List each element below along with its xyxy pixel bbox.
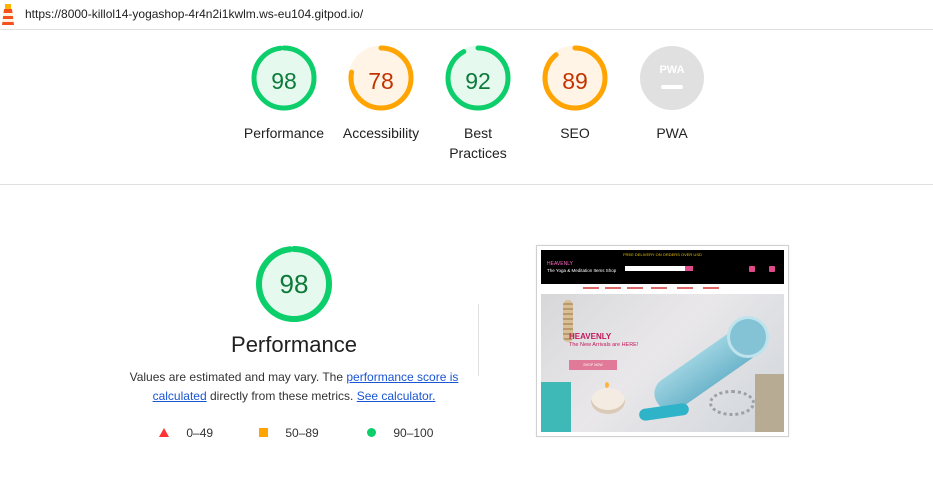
nav-item <box>627 287 643 289</box>
performance-score: 98 <box>279 269 309 299</box>
hero-subtitle: The New Arrivals are HERE! <box>569 342 639 348</box>
gauge-pwa[interactable]: PWA PWA <box>617 45 727 143</box>
legend-average: 50–89 <box>259 425 319 441</box>
gauge-label: SEO <box>560 125 590 141</box>
gauge-label: Performance <box>243 125 325 141</box>
nav-item <box>605 287 621 289</box>
legend-range: 90–100 <box>393 426 434 440</box>
candle-image <box>591 388 625 414</box>
nav-item <box>583 287 599 289</box>
chain-image <box>709 390 755 416</box>
handle-image <box>638 402 690 422</box>
site-banner: FREE DELIVERY ON ORDERS OVER USD <box>623 252 702 257</box>
legend-range: 50–89 <box>285 426 319 440</box>
gauge-score: 89 <box>562 68 588 94</box>
gauge-score: 92 <box>465 68 491 94</box>
square-icon <box>259 428 268 437</box>
see-calculator-link[interactable]: See calculator. <box>357 389 436 403</box>
gauge-label: Best Practices <box>449 125 507 161</box>
legend-poor: 0–49 <box>159 425 213 441</box>
bag-icon <box>769 266 775 272</box>
url-bar: https://8000-killol14-yogashop-4r4n2i1kw… <box>0 0 933 30</box>
performance-note: Values are estimated and may vary. The p… <box>120 368 468 406</box>
gauge-performance[interactable]: 98 Performance <box>229 45 339 143</box>
flame-image <box>605 382 609 388</box>
site-tagline: The Yoga & Meditation Items Shop <box>547 268 617 273</box>
note-text: directly from these metrics. <box>206 389 357 403</box>
gauge-score: 98 <box>271 68 297 94</box>
hero-title: HEAVENLY <box>569 332 612 341</box>
gauge-score: 78 <box>368 68 394 94</box>
circle-icon <box>367 428 376 437</box>
nav-item <box>703 287 719 289</box>
performance-title: Performance <box>231 332 357 357</box>
nav-item <box>677 287 693 289</box>
legend-range: 0–49 <box>186 426 214 440</box>
note-text: Values are estimated and may vary. The <box>129 370 347 384</box>
gauge-label: PWA <box>656 125 688 141</box>
yoga-mat-roll-image <box>727 316 769 358</box>
account-icon <box>749 266 755 272</box>
pwa-badge-icon: PWA <box>640 46 704 110</box>
pwa-badge-text: PWA <box>659 64 684 76</box>
site-search-icon <box>685 266 693 271</box>
yoga-block-image <box>541 382 571 432</box>
site-header: FREE DELIVERY ON ORDERS OVER USD HEAVENL… <box>541 250 784 284</box>
site-search-input <box>625 266 685 271</box>
triangle-icon <box>159 428 169 437</box>
vertical-divider <box>478 304 479 376</box>
site-nav <box>541 284 784 294</box>
gauge-label: Accessibility <box>342 125 420 141</box>
bag-image <box>755 374 784 432</box>
screenshot-content: FREE DELIVERY ON ORDERS OVER USD HEAVENL… <box>541 250 784 432</box>
gauge-accessibility[interactable]: 78 Accessibility <box>326 45 436 143</box>
nav-item <box>651 287 667 289</box>
final-screenshot: FREE DELIVERY ON ORDERS OVER USD HEAVENL… <box>536 245 789 437</box>
hero-button: SHOP NOW <box>569 360 617 370</box>
lighthouse-icon <box>2 4 14 25</box>
gauge-best-practices[interactable]: 92 Best Practices <box>423 45 533 163</box>
site-brand: HEAVENLY <box>547 261 573 267</box>
section-divider <box>0 184 933 185</box>
legend-good: 90–100 <box>367 425 433 441</box>
gauge-seo[interactable]: 89 SEO <box>520 45 630 143</box>
report-url[interactable]: https://8000-killol14-yogashop-4r4n2i1kw… <box>25 7 363 21</box>
site-hero: HEAVENLY The New Arrivals are HERE! SHOP… <box>541 294 784 432</box>
